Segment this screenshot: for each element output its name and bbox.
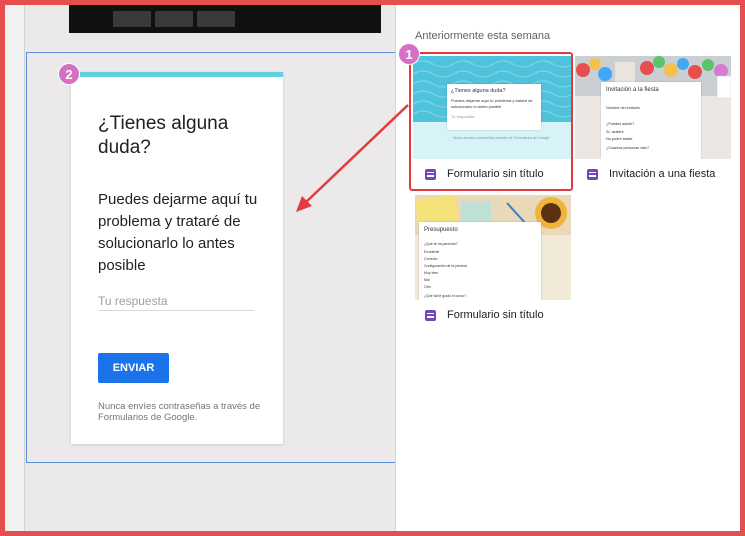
step-badge-1: 1 (398, 43, 420, 65)
annotation-arrow (296, 104, 409, 212)
step-badge-2: 2 (58, 63, 80, 85)
